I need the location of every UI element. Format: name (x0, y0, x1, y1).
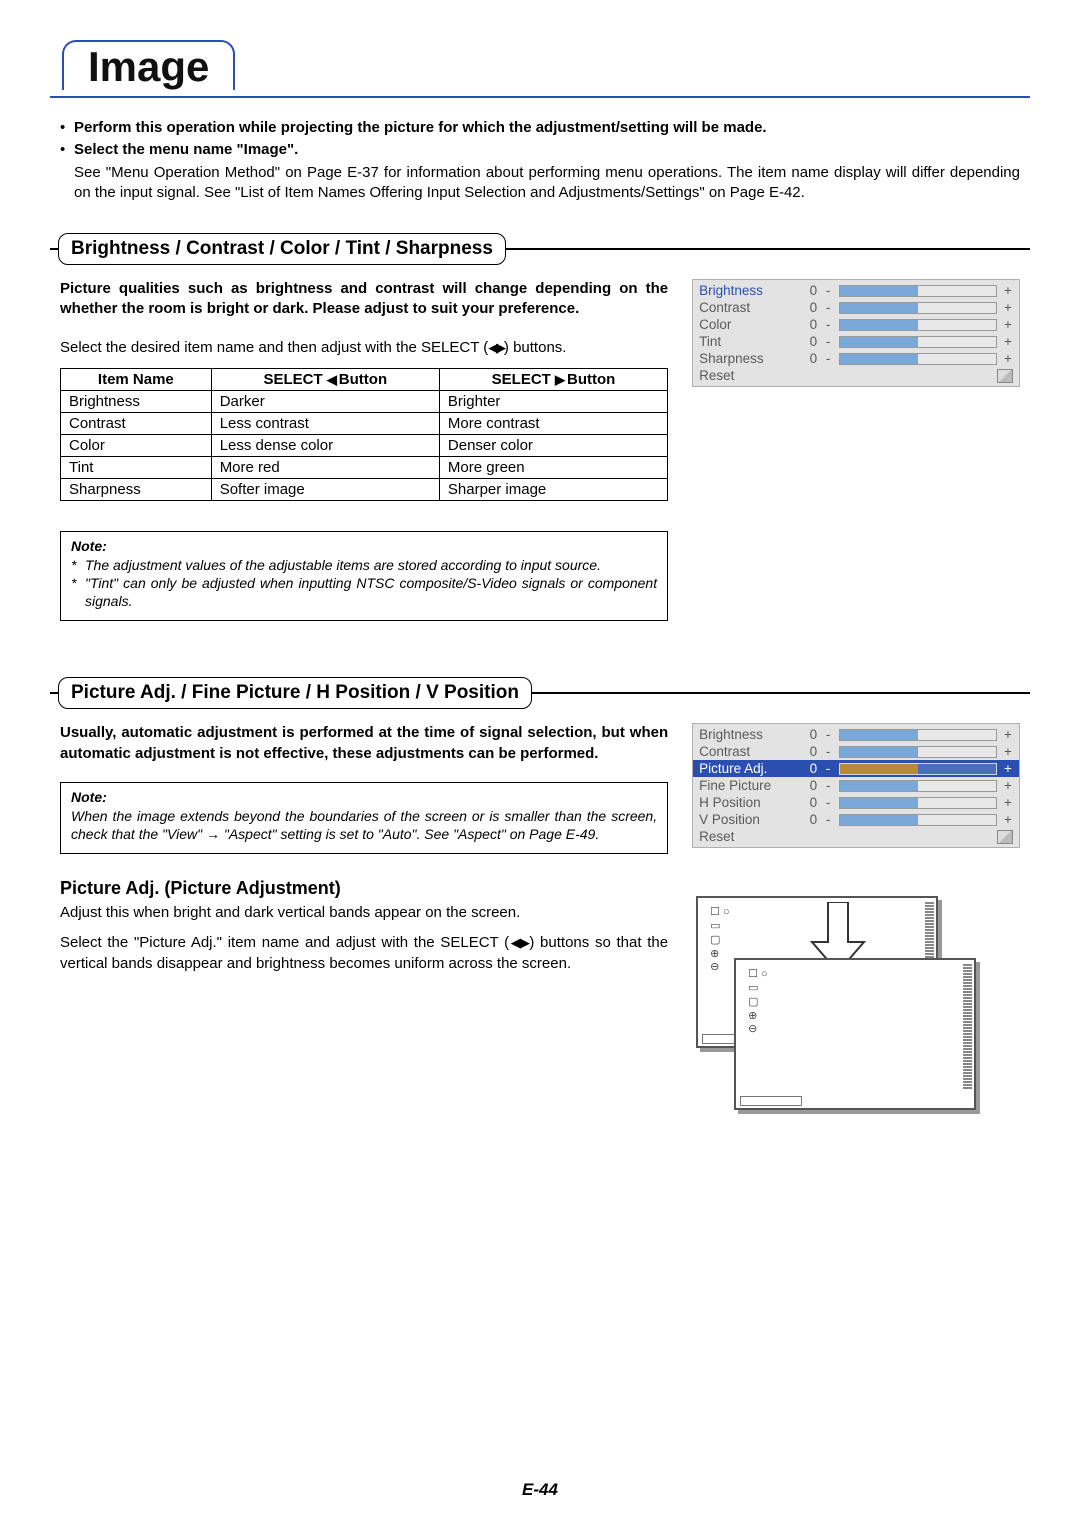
manual-page: Image • Perform this operation while pro… (0, 0, 1080, 1526)
osd-item-fine-picture: Fine Picture 0 -+ (693, 777, 1019, 794)
section-2-columns: Usually, automatic adjustment is perform… (60, 723, 1020, 1116)
osd-item-v-position: V Position 0 -+ (693, 811, 1019, 828)
left-right-arrows-icon: ◀▶ (488, 340, 504, 355)
page-number: E-44 (0, 1480, 1080, 1500)
osd-menu-1: Brightness 0 -+ Contrast 0 -+ Color 0 -+… (692, 279, 1020, 387)
section-1-note: Note: *The adjustment values of the adju… (60, 531, 668, 622)
table-row: BrightnessDarkerBrighter (61, 390, 668, 412)
page-title-wrap: Image (50, 40, 1030, 98)
section-1-lead: Picture qualities such as brightness and… (60, 279, 668, 320)
page-title: Image (62, 40, 235, 90)
osd-item-picture-adj: Picture Adj. 0 -+ (693, 760, 1019, 777)
section-2-note: Note: When the image extends beyond the … (60, 782, 668, 854)
osd-item-tint: Tint 0 -+ (693, 333, 1019, 350)
section-1-header: Brightness / Contrast / Color / Tint / S… (50, 233, 1030, 265)
osd-item-brightness: Brightness 0 -+ (693, 282, 1019, 299)
section-1-title: Brightness / Contrast / Color / Tint / S… (58, 233, 506, 265)
note-title: Note: (71, 789, 657, 805)
monitor-after-icon: ☐ ○▭▢⊕⊖ (734, 958, 976, 1110)
osd-item-color: Color 0 -+ (693, 316, 1019, 333)
section-2-title: Picture Adj. / Fine Picture / H Position… (58, 677, 532, 709)
section-1-columns: Picture qualities such as brightness and… (60, 279, 1020, 621)
section-1-instruction: Select the desired item name and then ad… (60, 338, 668, 358)
intro-block: • Perform this operation while projectin… (60, 118, 1020, 203)
section-2-lead: Usually, automatic adjustment is perform… (60, 723, 668, 764)
table-row: ColorLess dense colorDenser color (61, 434, 668, 456)
table-header-item: Item Name (61, 368, 212, 390)
intro-bullet-1: • Perform this operation while projectin… (60, 118, 1020, 138)
picture-adj-diagram: ☐ ○▭▢⊕⊖ ☐ ○▭▢⊕⊖ (692, 896, 982, 1116)
osd-item-contrast: Contrast 0 -+ (693, 743, 1019, 760)
table-row: SharpnessSofter imageSharper image (61, 478, 668, 500)
note-title: Note: (71, 538, 657, 554)
table-header-right: SELECT ▶ Button (439, 368, 667, 390)
osd-item-brightness: Brightness 0 -+ (693, 726, 1019, 743)
osd-item-sharpness: Sharpness 0 -+ (693, 350, 1019, 367)
picture-adj-p1: Adjust this when bright and dark vertica… (60, 903, 668, 923)
section-2-header: Picture Adj. / Fine Picture / H Position… (50, 677, 1030, 709)
adjustment-table: Item Name SELECT ◀ Button SELECT ▶ Butto… (60, 368, 668, 501)
table-row: ContrastLess contrastMore contrast (61, 412, 668, 434)
osd-item-contrast: Contrast 0 -+ (693, 299, 1019, 316)
osd-item-h-position: H Position 0 -+ (693, 794, 1019, 811)
osd-item-reset: Reset (693, 828, 1019, 845)
intro-detail: See "Menu Operation Method" on Page E-37… (74, 163, 1020, 204)
osd-item-reset: Reset (693, 367, 1019, 384)
picture-adj-heading: Picture Adj. (Picture Adjustment) (60, 878, 668, 899)
table-header-left: SELECT ◀ Button (211, 368, 439, 390)
intro-bullet-2: • Select the menu name "Image". (60, 140, 1020, 160)
picture-adj-p2: Select the "Picture Adj." item name and … (60, 933, 668, 974)
table-row: TintMore redMore green (61, 456, 668, 478)
left-right-arrows-icon: ◀▶ (509, 935, 529, 950)
reset-icon (997, 830, 1013, 844)
osd-menu-2: Brightness 0 -+ Contrast 0 -+ Picture Ad… (692, 723, 1020, 848)
reset-icon (997, 369, 1013, 383)
